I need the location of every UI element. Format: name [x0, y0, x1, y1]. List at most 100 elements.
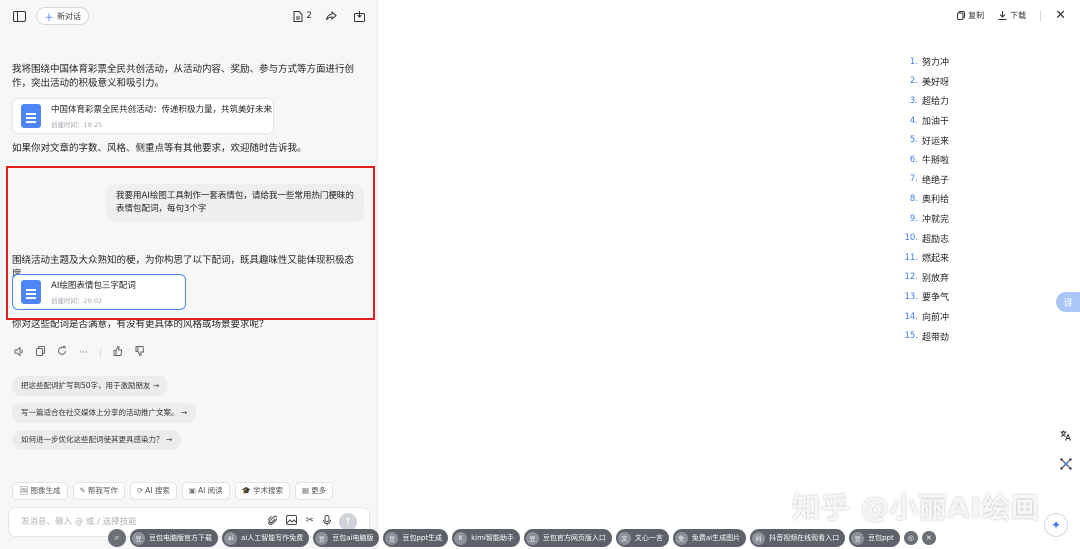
assistant-message-followup-1: 如果你对文章的字数、风格、侧重点等有其他要求，欢迎随时告诉我。 — [12, 143, 307, 154]
taskbar-item[interactable]: ai ai人工智能写作免费 — [222, 529, 310, 547]
scissors-icon[interactable]: ✂ — [306, 515, 314, 529]
taskbar-item[interactable]: 免免费ai生成图片 — [672, 529, 747, 547]
phrase-number: 4. — [909, 115, 918, 126]
taskbar-item[interactable]: 豆豆包ppt — [849, 529, 900, 547]
sparkle-icon: ✦ — [1050, 518, 1062, 532]
phrase-number: 9. — [909, 213, 918, 224]
phrase-number: 10. — [904, 233, 918, 244]
chat-topbar-actions: 2 — [293, 7, 368, 25]
phrase-item: 2. 美好呀 — [904, 72, 949, 92]
taskbar-item-label: 免费ai生成图片 — [691, 534, 741, 542]
message-input[interactable] — [21, 517, 268, 527]
sidebar-toggle-icon[interactable] — [10, 7, 28, 25]
chat-topbar: ＋ 新对话 2 — [0, 0, 378, 32]
share-icon[interactable] — [322, 7, 340, 25]
speaker-icon[interactable] — [14, 345, 24, 359]
new-chat-label: 新对话 — [57, 11, 81, 21]
taskbar-item[interactable]: 豆豆包ai电脑版 — [313, 529, 380, 547]
taskbar-item[interactable]: 豆豆包官方网页版入口 — [523, 529, 612, 547]
taskbar-app-icon: 抖 — [752, 531, 766, 545]
suggestion-chip-2[interactable]: 写一篇适合在社交媒体上分享的活动推广文案。 → — [12, 403, 197, 423]
phrase-number: 11. — [904, 252, 918, 263]
taskbar-app-icon: 豆 — [525, 531, 539, 545]
close-icon[interactable]: ✕ — [1055, 8, 1066, 23]
phrase-item: 7. 绝绝子 — [904, 170, 949, 190]
translate-button[interactable]: 译 — [1056, 292, 1080, 312]
tool-academic-search[interactable]: 🎓 学术搜索 — [234, 482, 291, 500]
taskbar-app-icon: 文 — [617, 531, 631, 545]
taskbar-item[interactable]: Kkimi智能助手 — [452, 529, 520, 547]
phrase-text: 向前冲 — [922, 313, 950, 324]
taskbar-item-label: 抖音视频在线观看入口 — [769, 534, 840, 542]
phrase-text: 努力冲 — [922, 58, 950, 69]
suggestion-chip-3[interactable]: 如何进一步优化这些配词使其更具感染力？ → — [12, 430, 182, 450]
pen-icon: ✎ — [79, 486, 86, 495]
copy-label: 复制 — [968, 11, 985, 20]
taskbar-item[interactable]: 抖抖音视频在线观看入口 — [750, 529, 846, 547]
document-card-1[interactable]: 中国体育彩票全民共创活动：传递积极力量，共筑美好未来 创建时间：19:25 — [12, 98, 274, 134]
annotation-highlight-box — [6, 166, 375, 320]
input-tools: ✂ — [266, 515, 331, 529]
phrase-text: 好运来 — [922, 136, 950, 147]
tool-writing[interactable]: ✎ 帮我写作 — [72, 482, 125, 500]
tool-ai-search[interactable]: ⟳ AI 搜索 — [129, 482, 177, 500]
settings-round-icon[interactable]: ◎ — [903, 531, 918, 545]
taskbar-item-label: 豆包ai电脑版 — [332, 534, 374, 542]
network-icon[interactable] — [1060, 458, 1072, 473]
phrase-text: 要争气 — [922, 293, 950, 304]
attachment-icon[interactable] — [266, 515, 278, 529]
phrase-item: 9. 冲就完 — [904, 209, 949, 229]
taskbar-item-label: 豆包官方网页版入口 — [542, 534, 606, 542]
phrase-item: 8. 奥利给 — [904, 189, 949, 209]
download-label: 下载 — [1010, 11, 1027, 20]
translate-icon[interactable] — [1060, 430, 1072, 444]
search-icon[interactable]: ⌕ — [108, 529, 126, 547]
close-round-icon[interactable]: ✕ — [921, 531, 936, 545]
document-count: 2 — [306, 11, 312, 21]
save-to-icon[interactable] — [350, 7, 368, 25]
suggestion-chip-1[interactable]: 把这些配词扩写到50字，用于激励朋友 → — [12, 376, 169, 396]
phrase-item: 3. 超给力 — [904, 91, 949, 111]
taskbar-item[interactable]: 文文心一言 — [615, 529, 669, 547]
taskbar-item-label: 豆包ppt生成 — [402, 534, 443, 542]
watermark: 知乎 @小丽AI绘画 — [792, 491, 1040, 524]
new-chat-button[interactable]: ＋ 新对话 — [36, 7, 89, 25]
phrase-item: 13. 要争气 — [904, 287, 949, 307]
phrase-text: 加油干 — [922, 117, 950, 128]
copy-icon[interactable] — [36, 346, 45, 359]
download-button[interactable]: 下载 — [998, 10, 1026, 21]
taskbar-app-icon: K — [454, 531, 468, 545]
phrase-number: 15. — [904, 331, 918, 342]
microphone-icon[interactable] — [323, 515, 331, 529]
image-upload-icon[interactable] — [285, 515, 297, 529]
regenerate-icon[interactable] — [57, 346, 67, 359]
tool-label: 学术搜索 — [253, 486, 284, 495]
document-panel: 复制 下载 ✕ 1. 努力冲 2. 美好呀 3. 超给力 4. 加油干 5. 好运来 6. 牛掰啦 7.… — [378, 0, 1080, 549]
phrase-number: 14. — [904, 311, 918, 322]
skill-toolbar: 🖼 图像生成 ✎ 帮我写作 ⟳ AI 搜索 ▣ AI 阅读 🎓 学术搜索 ▦ 更多 — [12, 482, 334, 500]
bottom-taskbar: ⌕ 豆豆包电脑版官方下载 ai ai人工智能写作免费豆豆包ai电脑版豆豆包ppt生成… — [108, 529, 936, 547]
taskbar-app-icon: 豆 — [132, 531, 145, 545]
phrase-list: 1. 努力冲 2. 美好呀 3. 超给力 4. 加油干 5. 好运来 6. 牛掰啦 7. 绝绝子 8. 奥利给… — [904, 52, 949, 346]
document-icon — [293, 10, 303, 22]
plus-icon: ＋ — [44, 12, 54, 24]
reading-icon: ▣ — [188, 486, 196, 495]
tool-more[interactable]: ▦ 更多 — [295, 482, 334, 500]
side-tools — [1060, 430, 1072, 473]
thumbs-up-icon[interactable] — [113, 345, 123, 359]
taskbar-item[interactable]: 豆豆包ppt生成 — [383, 529, 449, 547]
taskbar-item[interactable]: 豆豆包电脑版官方下载 — [130, 529, 218, 547]
tool-image-generation[interactable]: 🖼 图像生成 — [12, 482, 68, 500]
chat-panel: ＋ 新对话 2 我将围绕中国体育彩票全民共创活动，从活动内容、奖励、参与方式等方… — [0, 0, 378, 549]
documents-button[interactable]: 2 — [293, 10, 312, 22]
thumbs-down-icon[interactable] — [135, 346, 145, 359]
copy-button[interactable]: 复制 — [957, 10, 984, 21]
tool-label: 图像生成 — [30, 486, 61, 495]
phrase-text: 别放弃 — [922, 273, 950, 284]
ai-assistant-fab[interactable]: ✦ — [1044, 513, 1068, 537]
more-icon[interactable]: ··· — [79, 348, 88, 358]
phrase-number: 13. — [904, 291, 918, 302]
phrase-item: 10. 超励志 — [904, 228, 949, 248]
taskbar-app-icon: 豆 — [851, 531, 865, 545]
tool-ai-reading[interactable]: ▣ AI 阅读 — [181, 482, 230, 500]
